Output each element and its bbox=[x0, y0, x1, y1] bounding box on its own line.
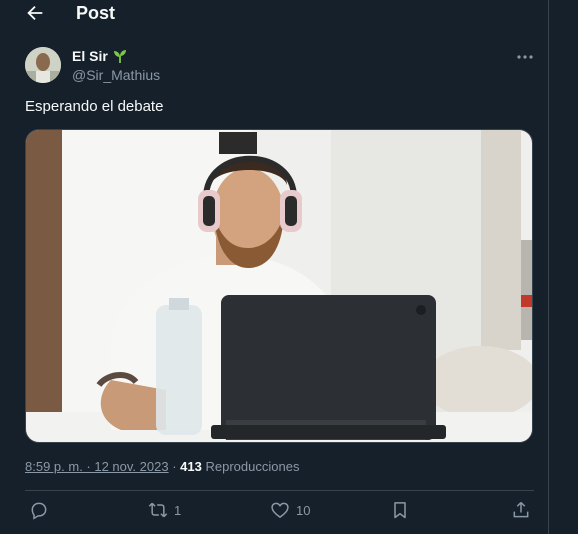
author-name[interactable]: El Sir bbox=[72, 48, 108, 64]
post-header: Post bbox=[0, 0, 548, 30]
repost-icon bbox=[148, 502, 168, 518]
arrow-left-icon bbox=[27, 5, 43, 21]
post-text: Esperando el debate bbox=[25, 98, 164, 115]
post-photo bbox=[26, 130, 532, 442]
seedling-icon bbox=[113, 50, 126, 63]
more-options-button[interactable] bbox=[515, 50, 535, 64]
author-handle[interactable]: @Sir_Mathius bbox=[72, 67, 160, 83]
repost-button[interactable]: 1 bbox=[148, 500, 181, 520]
post-media[interactable] bbox=[25, 129, 533, 443]
author-name-row[interactable]: El Sir bbox=[72, 48, 128, 64]
avatar[interactable] bbox=[25, 47, 61, 83]
share-icon bbox=[513, 501, 529, 518]
bookmark-button[interactable] bbox=[390, 500, 410, 520]
meta-separator: · bbox=[172, 459, 177, 474]
views-label: Reproducciones bbox=[205, 459, 300, 474]
repost-count: 1 bbox=[174, 502, 182, 518]
column-border bbox=[548, 0, 549, 534]
back-button[interactable] bbox=[24, 2, 46, 24]
post-timestamp[interactable]: 8:59 p. m. · 12 nov. 2023 bbox=[25, 459, 169, 474]
ellipsis-icon bbox=[517, 55, 533, 59]
post-meta: 8:59 p. m. · 12 nov. 2023 · 413 Reproduc… bbox=[25, 459, 299, 474]
heart-icon bbox=[271, 502, 289, 518]
like-count: 10 bbox=[296, 502, 311, 518]
reply-icon bbox=[31, 502, 47, 520]
views-count: 413 bbox=[180, 459, 202, 474]
avatar-image bbox=[25, 47, 61, 83]
action-bar: 1 10 bbox=[25, 500, 538, 526]
divider bbox=[25, 490, 534, 491]
reply-button[interactable] bbox=[29, 500, 49, 520]
bookmark-icon bbox=[394, 502, 406, 519]
page-title: Post bbox=[76, 3, 116, 23]
share-button[interactable] bbox=[511, 500, 531, 520]
like-button[interactable]: 10 bbox=[270, 500, 310, 520]
